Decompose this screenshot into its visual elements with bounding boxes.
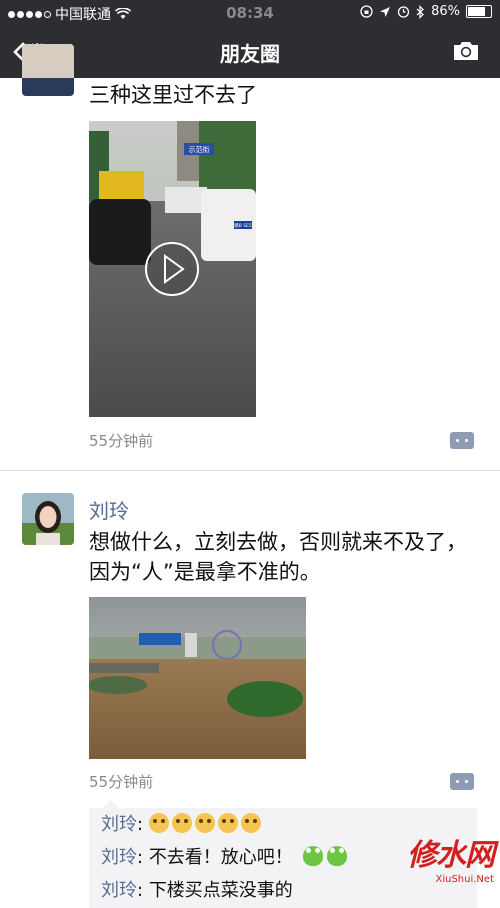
post-time: 55分钟前	[89, 432, 154, 450]
post-text: 想做什么，立刻去做，否则就来不及了，因为“人”是最拿不准的。	[89, 530, 467, 584]
post-image[interactable]	[89, 597, 306, 759]
commenter-name[interactable]: 刘玲	[101, 814, 137, 835]
comment-row[interactable]: 刘玲:	[101, 813, 264, 837]
author-name[interactable]: 刘玲	[89, 495, 129, 524]
comment-text: 不去看！放心吧！	[148, 847, 293, 868]
moment-post: 三种这里过不去了 示范街 赣B SE5 55分钟前	[0, 44, 500, 470]
battery-percent: 86%	[431, 4, 460, 19]
dizzy-face-emoji-icon	[148, 813, 169, 833]
comment-button[interactable]	[450, 432, 474, 449]
moment-post: 刘玲 想做什么，立刻去做，否则就来不及了，因为“人”是最拿不准的。 55分钟前	[0, 471, 500, 908]
comment-row[interactable]: 刘玲: 不去看！放心吧！	[101, 846, 347, 870]
post-text: 三种这里过不去了	[89, 83, 257, 107]
comment-text: 下楼买点菜没事的	[148, 880, 293, 901]
comment-separator: :	[137, 814, 144, 835]
avatar[interactable]	[22, 44, 74, 96]
post-time: 55分钟前	[89, 773, 154, 791]
battery-icon	[466, 5, 492, 18]
post-video[interactable]: 示范街 赣B SE5	[89, 121, 256, 417]
status-bar: 中国联通 08:34 86%	[0, 0, 500, 26]
rotation-lock-icon	[360, 5, 373, 18]
dizzy-face-emoji-icon	[171, 813, 192, 833]
page-title: 朋友圈	[220, 42, 280, 66]
camera-button[interactable]	[452, 40, 480, 66]
status-icons: 86%	[360, 4, 492, 19]
comment-separator: :	[137, 847, 144, 868]
avatar[interactable]	[22, 493, 74, 545]
commenter-name[interactable]: 刘玲	[101, 847, 137, 868]
emoji-group	[148, 813, 264, 835]
location-icon	[380, 6, 391, 17]
frog-emoji-icon	[326, 846, 347, 866]
commenter-name[interactable]: 刘玲	[101, 880, 137, 901]
alarm-icon	[397, 6, 410, 18]
dizzy-face-emoji-icon	[217, 813, 238, 833]
frog-emoji-group	[299, 846, 347, 868]
license-plate-text: 赣B SE5	[234, 222, 252, 229]
nav-bar: 发现 朋友圈	[0, 26, 500, 78]
bluetooth-icon	[416, 4, 424, 19]
street-sign-text: 示范街	[189, 145, 210, 154]
watermark-title: 修水网	[407, 838, 495, 873]
camera-icon	[454, 42, 478, 60]
comment-arrow	[103, 800, 119, 808]
comment-button[interactable]	[450, 773, 474, 790]
dizzy-face-emoji-icon	[194, 813, 215, 833]
comment-row[interactable]: 刘玲: 下楼买点菜没事的	[101, 879, 293, 903]
frog-emoji-icon	[302, 846, 323, 866]
watermark-url: XiuShui.Net	[435, 874, 494, 885]
dizzy-face-emoji-icon	[240, 813, 261, 833]
comment-separator: :	[137, 880, 144, 901]
site-watermark: 修水网 XiuShui.Net	[407, 830, 495, 885]
